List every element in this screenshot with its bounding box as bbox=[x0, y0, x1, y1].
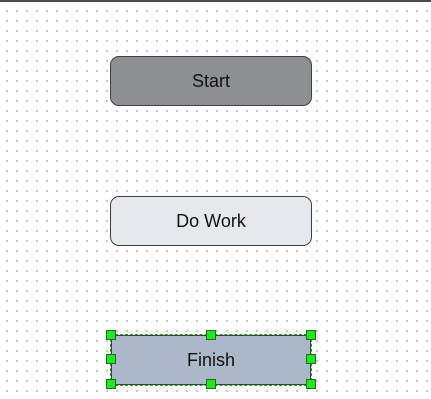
resize-handle-n[interactable] bbox=[206, 330, 216, 340]
resize-handle-nw[interactable] bbox=[106, 330, 116, 340]
node-finish[interactable]: Finish bbox=[111, 335, 311, 385]
resize-handle-e[interactable] bbox=[306, 354, 316, 364]
resize-handle-ne[interactable] bbox=[306, 330, 316, 340]
node-start-label: Start bbox=[191, 70, 230, 91]
node-do-work[interactable]: Do Work bbox=[110, 196, 312, 246]
node-do-work-label: Do Work bbox=[176, 210, 246, 231]
node-start[interactable]: Start bbox=[110, 56, 312, 106]
resize-handle-w[interactable] bbox=[106, 354, 116, 364]
resize-handle-se[interactable] bbox=[306, 379, 316, 389]
canvas-top-border bbox=[0, 0, 431, 2]
resize-handle-s[interactable] bbox=[206, 379, 216, 389]
node-finish-label: Finish bbox=[186, 349, 235, 370]
resize-handle-sw[interactable] bbox=[106, 379, 116, 389]
